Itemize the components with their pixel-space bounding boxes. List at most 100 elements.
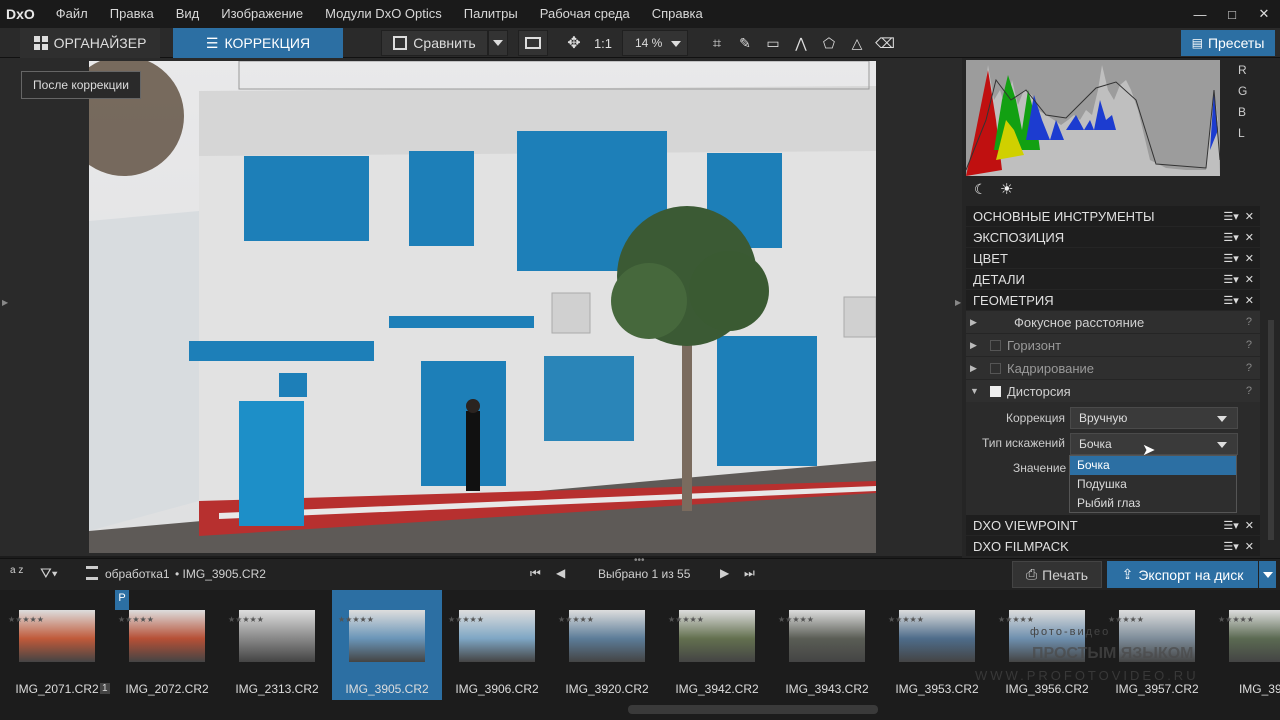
help-icon[interactable]: ?: [1246, 316, 1252, 328]
section-exposure[interactable]: ЭКСПОЗИЦИЯ ☰▾ ✕: [966, 227, 1260, 247]
section-filmpack[interactable]: DXO FILMPACK ☰▾ ✕: [966, 536, 1260, 556]
next-image-button[interactable]: ▶: [720, 566, 729, 580]
filmstrip-thumbnail[interactable]: ★★★★★ IMG_3906.CR2: [442, 590, 552, 700]
help-icon[interactable]: ?: [1246, 385, 1252, 397]
section-menu-icon[interactable]: ☰▾: [1223, 294, 1238, 307]
correction-dropdown[interactable]: Вручную: [1070, 407, 1238, 429]
expand-arrow-icon[interactable]: ▶: [970, 317, 984, 328]
option-fisheye[interactable]: Рыбий глаз: [1070, 494, 1236, 513]
rating-stars-icon[interactable]: ★★★★★: [228, 614, 264, 625]
main-photo[interactable]: [89, 61, 876, 553]
help-icon[interactable]: ?: [1246, 339, 1252, 351]
rating-stars-icon[interactable]: ★★★★★: [448, 614, 484, 625]
menu-edit[interactable]: Правка: [99, 0, 165, 28]
rating-stars-icon[interactable]: ★★★★★: [998, 614, 1034, 625]
resize-handle-icon[interactable]: •••: [634, 555, 645, 566]
histogram-channel-l[interactable]: L: [1238, 126, 1245, 140]
side-by-side-button[interactable]: [518, 30, 548, 56]
expand-arrow-icon[interactable]: ▶: [970, 363, 984, 374]
first-image-button[interactable]: ⏮: [530, 566, 541, 581]
rating-stars-icon[interactable]: ★★★★★: [1108, 614, 1144, 625]
geometry-distortion[interactable]: ▼ Дисторсия?: [966, 380, 1260, 402]
prev-image-button[interactable]: ◀: [556, 566, 565, 580]
compare-dropdown[interactable]: [488, 30, 508, 56]
geometry-focal-length[interactable]: ▶ Фокусное расстояние?: [966, 311, 1260, 333]
menu-palettes[interactable]: Палитры: [453, 0, 529, 28]
filmstrip-scrollbar[interactable]: [628, 705, 878, 714]
close-icon[interactable]: ✕: [1245, 252, 1254, 265]
histogram-channel-g[interactable]: G: [1238, 84, 1247, 98]
expand-arrow-icon[interactable]: ▶: [970, 340, 984, 351]
close-icon[interactable]: ✕: [1245, 210, 1254, 223]
enable-checkbox[interactable]: [990, 339, 1001, 351]
close-icon[interactable]: ✕: [1245, 273, 1254, 286]
filmstrip-thumbnail[interactable]: ★★★★★ IMG_3943.CR2: [772, 590, 882, 700]
horizon-tool[interactable]: ▭: [762, 30, 784, 56]
filmstrip-thumbnail[interactable]: ★★★★★ IMG_3942.CR2: [662, 590, 772, 700]
section-viewpoint[interactable]: DXO VIEWPOINT ☰▾ ✕: [966, 515, 1260, 535]
section-geometry[interactable]: ГЕОМЕТРИЯ ☰▾ ✕: [966, 290, 1260, 310]
close-icon[interactable]: ✕: [1245, 294, 1254, 307]
close-icon[interactable]: ✕: [1245, 231, 1254, 244]
tab-correction[interactable]: ☰ КОРРЕКЦИЯ: [173, 28, 343, 58]
left-collapse-arrow[interactable]: ▶: [2, 298, 8, 307]
export-button[interactable]: ⇪ Экспорт на диск: [1107, 561, 1258, 588]
section-details[interactable]: ДЕТАЛИ ☰▾ ✕: [966, 269, 1260, 289]
filter-icon[interactable]: ⛛▾: [40, 565, 58, 582]
enable-checkbox[interactable]: [990, 362, 1001, 374]
zoom-1to1-button[interactable]: 1:1: [590, 30, 616, 56]
section-menu-icon[interactable]: ☰▾: [1223, 231, 1238, 244]
rating-stars-icon[interactable]: ★★★★★: [8, 614, 44, 625]
rating-stars-icon[interactable]: ★★★★★: [338, 614, 374, 625]
rating-stars-icon[interactable]: ★★★★★: [118, 614, 154, 625]
histogram-channel-b[interactable]: B: [1238, 105, 1246, 119]
last-image-button[interactable]: ⏭: [744, 566, 755, 581]
move-tool[interactable]: ✥: [562, 30, 586, 56]
export-dropdown[interactable]: [1259, 561, 1276, 588]
panel-scrollbar[interactable]: [1268, 320, 1274, 540]
maximize-button[interactable]: □: [1216, 0, 1248, 28]
histogram-channel-r[interactable]: R: [1238, 63, 1247, 77]
zoom-select[interactable]: 14 %: [622, 30, 688, 56]
collapse-arrow-icon[interactable]: ▼: [970, 386, 984, 396]
section-color[interactable]: ЦВЕТ ☰▾ ✕: [966, 248, 1260, 268]
menu-image[interactable]: Изображение: [210, 0, 314, 28]
perspective-tool-1[interactable]: ⋀: [790, 30, 812, 56]
rating-stars-icon[interactable]: ★★★★★: [778, 614, 814, 625]
rating-stars-icon[interactable]: ★★★★★: [888, 614, 924, 625]
section-basic-tools[interactable]: ОСНОВНЫЕ ИНСТРУМЕНТЫ ☰▾ ✕: [966, 206, 1260, 226]
geometry-horizon[interactable]: ▶ Горизонт?: [966, 334, 1260, 356]
section-menu-icon[interactable]: ☰▾: [1223, 540, 1238, 553]
sort-button[interactable]: a z: [10, 566, 24, 576]
crop-tool[interactable]: ⌗: [706, 30, 728, 56]
help-icon[interactable]: ?: [1246, 362, 1252, 374]
menu-view[interactable]: Вид: [165, 0, 211, 28]
rating-stars-icon[interactable]: ★★★★★: [558, 614, 594, 625]
menu-file[interactable]: Файл: [45, 0, 99, 28]
close-icon[interactable]: ✕: [1245, 540, 1254, 553]
minimize-button[interactable]: —: [1184, 0, 1216, 28]
option-pincushion[interactable]: Подушка: [1070, 475, 1236, 494]
close-icon[interactable]: ✕: [1245, 519, 1254, 532]
filmstrip-thumbnail[interactable]: ★★★★★ IMG_3905.CR2: [332, 590, 442, 700]
rating-stars-icon[interactable]: ★★★★★: [1218, 614, 1254, 625]
enable-checkbox[interactable]: [990, 385, 1001, 397]
filmstrip-thumbnail[interactable]: ★★★★★ IMG_3983: [1212, 590, 1280, 700]
print-button[interactable]: ⎙ Печать: [1012, 561, 1102, 588]
tab-organizer[interactable]: ОРГАНАЙЗЕР: [20, 28, 160, 58]
shadows-clipping-icon[interactable]: ☾: [974, 181, 987, 198]
picker-tool[interactable]: ✎: [734, 30, 756, 56]
filmstrip-thumbnail[interactable]: ★★★★★ IMG_3920.CR2: [552, 590, 662, 700]
highlights-clipping-icon[interactable]: ☀: [1000, 180, 1013, 198]
presets-button[interactable]: ▤ Пресеты: [1181, 30, 1275, 56]
repair-tool[interactable]: ⌫: [874, 30, 896, 56]
perspective-tool-2[interactable]: ⬠: [818, 30, 840, 56]
filmstrip-thumbnail[interactable]: ★★★★★ IMG_2072.CR2 P: [112, 590, 222, 700]
rating-stars-icon[interactable]: ★★★★★: [668, 614, 704, 625]
section-menu-icon[interactable]: ☰▾: [1223, 210, 1238, 223]
filmstrip-thumbnail[interactable]: ★★★★★ IMG_2313.CR2: [222, 590, 332, 700]
right-collapse-arrow[interactable]: ▶: [955, 298, 961, 307]
section-menu-icon[interactable]: ☰▾: [1223, 252, 1238, 265]
geometry-crop[interactable]: ▶ Кадрирование?: [966, 357, 1260, 379]
filmstrip-thumbnail[interactable]: ★★★★★ IMG_2071.CR21: [2, 590, 112, 700]
